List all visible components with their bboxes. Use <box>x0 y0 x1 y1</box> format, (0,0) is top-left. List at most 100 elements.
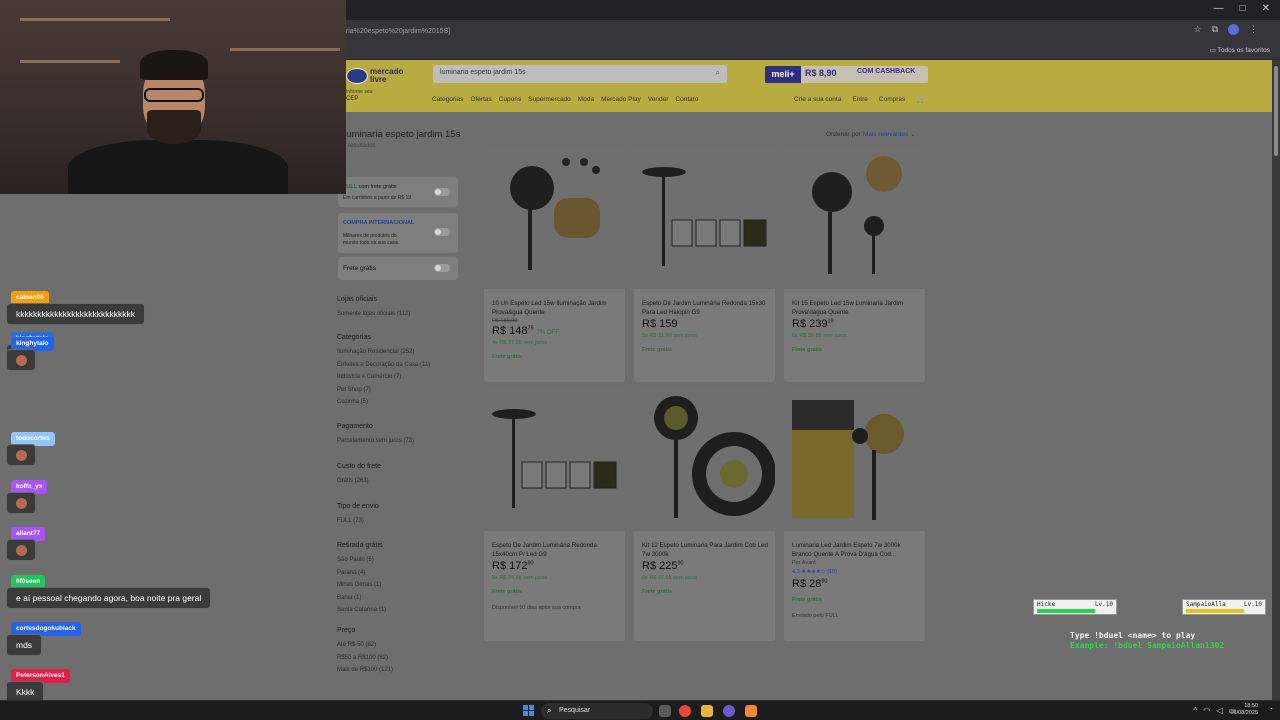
search-icon[interactable]: ⌕ <box>716 68 720 78</box>
filter-option[interactable]: Pet Shop (7) <box>337 384 430 397</box>
rating: 4.3 ★★★★☆ (10) <box>792 569 838 575</box>
installments: 6x R$ 39,86 sem juros <box>792 333 848 339</box>
mercado-livre-logo[interactable]: mercado livre <box>346 66 410 88</box>
full-toggle[interactable] <box>434 188 450 196</box>
chat-message: e aí pessoal chegando agora, boa noite p… <box>6 587 212 609</box>
filter-group: Pagamento Parcelamento sem juros (73) <box>337 423 414 448</box>
product-card[interactable]: Espeto De Jardim Luminária Redonda 15x40… <box>484 390 625 641</box>
search-value: luminaria espeto jardim 15s <box>440 69 526 76</box>
task-view-icon[interactable] <box>659 705 671 717</box>
star-icon[interactable]: ☆ <box>1193 24 1201 35</box>
international-toggle[interactable] <box>434 228 450 236</box>
full-filter-card[interactable]: FULL com frete grátis Em carrinhos a par… <box>338 177 458 207</box>
discord-icon[interactable] <box>723 705 735 717</box>
duel-instructions: Type !bduel <name> to play <box>1070 631 1196 640</box>
all-bookmarks-link[interactable]: ▭ Todos os favoritos <box>1210 46 1270 54</box>
installments: 5x R$ 34,58 sem juros <box>492 575 548 581</box>
hp-bar-player1: Hicke Lv.10 <box>1033 599 1117 615</box>
product-card[interactable]: Kit 12 Espeto Luminaria Para Jardim Cob … <box>634 390 775 641</box>
close-button[interactable]: ✕ <box>1262 3 1270 14</box>
nav-categorias[interactable]: Categorias <box>432 96 463 103</box>
file-explorer-icon[interactable] <box>701 705 713 717</box>
product-card[interactable]: Luminaria Led Jardim Espeto 7w 3000k Bra… <box>784 390 925 641</box>
filter-option[interactable]: Parcelamento sem juros (73) <box>337 435 414 448</box>
shipping-label: Frete grátis <box>792 597 822 603</box>
filter-option[interactable]: Enfeites e Decoração da Casa (11) <box>337 359 430 372</box>
maximize-button[interactable]: □ <box>1240 3 1246 14</box>
product-title[interactable]: Kit 15 Espeto Led 15w Luminaria Jardim P… <box>792 300 920 317</box>
login-link[interactable]: Entre <box>852 96 868 103</box>
hp-bar-player2: SampaioAlla Lv.10 <box>1182 599 1266 615</box>
meli-plus-banner[interactable]: meli+ R$ 8,90 COM CASHBACK <box>765 66 928 83</box>
wifi-icon[interactable]: ◠ <box>1203 706 1210 715</box>
shipping-label: Frete grátis <box>492 354 522 360</box>
clock[interactable]: 18:50 06/08/2025 <box>1230 703 1258 717</box>
create-account-link[interactable]: Crie a sua conta <box>794 96 841 103</box>
product-card[interactable]: 10 Un Espeto Led 15w Iluminação Jardim P… <box>484 148 625 382</box>
page-scrollbar[interactable] <box>1272 60 1280 700</box>
filter-option[interactable]: Somente lojas oficiais (112) <box>337 308 410 321</box>
shipping-label: Frete grátis <box>642 347 672 353</box>
taskbar-search[interactable]: ⌕ Pesquisar <box>541 703 653 719</box>
handshake-icon <box>346 68 368 84</box>
filter-group: Lojas oficiais Somente lojas oficiais (11… <box>337 296 410 321</box>
results-title: Luminaria espeto jardim 15s <box>341 129 461 140</box>
product-title[interactable]: Espeto De Jardim Luminária Redonda 15x40… <box>492 542 620 559</box>
nav-vender[interactable]: Vender <box>648 96 669 103</box>
product-price: R$ 23919 <box>792 318 834 330</box>
product-title[interactable]: Kit 12 Espeto Luminaria Para Jardim Cob … <box>642 542 770 559</box>
product-image[interactable] <box>484 390 625 531</box>
product-price: R$ 17290 <box>492 560 534 572</box>
nav-mercado-play[interactable]: Mercado Play <box>601 96 641 103</box>
filter-group-title: Pagamento <box>337 423 373 430</box>
product-card[interactable]: Espeto De Jardim Luminária Redonda 15x30… <box>634 148 775 382</box>
nav-moda[interactable]: Moda <box>578 96 594 103</box>
nav-ofertas[interactable]: Ofertas <box>470 96 491 103</box>
nav-contato[interactable]: Contato <box>675 96 698 103</box>
product-price: R$ 2890 <box>792 578 828 590</box>
product-image[interactable] <box>784 390 925 531</box>
toolbar-icons: ☆ ⧉ ⋮ <box>1193 24 1258 35</box>
free-shipping-filter-card[interactable]: Frete grátis <box>338 257 458 280</box>
shipping-label: Frete grátis <box>792 347 822 353</box>
profile-avatar[interactable] <box>1228 24 1239 35</box>
filter-option[interactable]: Cozinha (5) <box>337 396 430 409</box>
filter-option[interactable]: Indústria e Comércio (7) <box>337 371 430 384</box>
product-image[interactable] <box>634 148 775 289</box>
cep-selector[interactable]: Informe seu CEP <box>346 89 372 103</box>
search-input[interactable]: luminaria espeto jardim 15s ⌕ <box>433 65 727 83</box>
notifications-icon[interactable]: ◔ <box>1269 706 1273 713</box>
discount-badge: 7% OFF <box>536 330 560 336</box>
chat-emote <box>6 539 36 561</box>
nav-cupons[interactable]: Cupons <box>499 96 521 103</box>
chat-emote <box>6 492 36 514</box>
seller-label: Por Avant <box>792 560 816 566</box>
product-card[interactable]: Kit 15 Espeto Led 15w Luminaria Jardim P… <box>784 148 925 382</box>
minimize-button[interactable]: — <box>1214 3 1224 14</box>
product-image[interactable] <box>634 390 775 531</box>
old-price: R$ 159,90 <box>492 318 518 324</box>
product-title[interactable]: Luminaria Led Jardim Espeto 7w 3000k Bra… <box>792 542 920 559</box>
main-nav: Categorias Ofertas Cupons Supermercado M… <box>432 96 698 103</box>
chevron-up-icon[interactable]: ^ <box>1194 706 1198 715</box>
obs-icon[interactable] <box>745 705 757 717</box>
volume-icon[interactable]: ◁ <box>1216 706 1222 715</box>
product-title[interactable]: 10 Un Espeto Led 15w Iluminação Jardim P… <box>492 300 620 317</box>
sort-dropdown[interactable]: Ordenar por Mais relevantes ⌄ <box>826 130 916 138</box>
chrome-icon[interactable] <box>679 705 691 717</box>
product-title[interactable]: Espeto De Jardim Luminária Redonda 15x30… <box>642 300 770 317</box>
window-controls: — □ ✕ <box>1214 3 1270 14</box>
nav-supermercado[interactable]: Supermercado <box>528 96 571 103</box>
extensions-icon[interactable]: ⧉ <box>1212 24 1218 35</box>
filter-option[interactable]: Iluminação Residencial (252) <box>337 346 430 359</box>
free-shipping-toggle[interactable] <box>434 264 450 272</box>
menu-icon[interactable]: ⋮ <box>1249 24 1258 35</box>
windows-start-icon[interactable] <box>523 705 535 717</box>
product-image[interactable] <box>484 148 625 289</box>
results-count: 2 resultados <box>343 143 376 149</box>
international-filter-card[interactable]: COMPRA INTERNACIONAL Milhares de produto… <box>338 213 458 253</box>
purchases-link[interactable]: Compras <box>879 96 905 103</box>
address-bar[interactable]: aria%20espeto%20jardim%2015S] <box>342 24 1122 39</box>
product-image[interactable] <box>784 148 925 289</box>
cart-icon[interactable]: 🛒 <box>916 94 926 103</box>
